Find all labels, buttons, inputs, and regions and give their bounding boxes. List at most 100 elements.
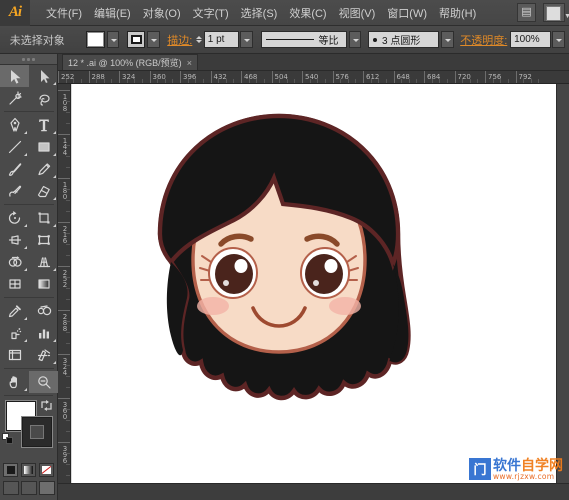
menu-view[interactable]: 视图(V) <box>333 2 382 24</box>
tool-group-indicator-icon <box>24 246 27 249</box>
ruler-tick: 576 <box>333 71 334 84</box>
tools-grid <box>0 65 57 393</box>
watermark: 门 软件 自学网 www.rjzxw.com <box>469 458 563 481</box>
tools-panel-grip[interactable] <box>0 54 57 65</box>
scale-icon <box>36 210 52 226</box>
line-segment-tool[interactable] <box>0 136 29 158</box>
workspace-switcher-icon[interactable]: ▼ <box>543 3 565 22</box>
zoom-tool[interactable] <box>29 371 58 393</box>
menubar-screen-mode-button[interactable] <box>21 481 37 495</box>
profile-caret-icon[interactable] <box>349 31 362 48</box>
menu-type[interactable]: 文字(T) <box>187 2 235 24</box>
brush-definition-select[interactable]: 3 点圆形 <box>368 31 439 48</box>
rotate-tool[interactable] <box>0 207 29 229</box>
canvas-artboard[interactable] <box>71 84 569 483</box>
vertical-ruler[interactable]: 108144180216252288324360396 <box>58 84 71 500</box>
symbol-sprayer-tool[interactable] <box>0 322 29 344</box>
menu-select[interactable]: 选择(S) <box>235 2 284 24</box>
slice-tool[interactable] <box>29 344 58 366</box>
stroke-profile-label: 等比 <box>319 32 339 47</box>
ruler-tick: 648 <box>394 71 395 84</box>
shape-builder-tool[interactable] <box>0 251 29 273</box>
bridge-icon[interactable]: ▤ <box>517 3 536 22</box>
pencil-tool[interactable] <box>29 158 58 180</box>
toolbar-stroke-swatch[interactable] <box>22 417 52 447</box>
tool-group-indicator-icon <box>24 388 27 391</box>
direct-selection-tool[interactable] <box>29 65 58 87</box>
close-icon[interactable]: × <box>187 58 192 68</box>
stroke-weight-caret-icon[interactable] <box>240 31 253 48</box>
mesh-icon <box>7 276 23 292</box>
paintbrush-tool[interactable] <box>0 158 29 180</box>
full-screen-mode-button[interactable] <box>39 481 55 495</box>
opacity-label[interactable]: 不透明度: <box>460 32 507 48</box>
artboard-tool[interactable] <box>0 344 29 366</box>
blend-icon <box>36 303 52 319</box>
column-graph-tool[interactable] <box>29 322 58 344</box>
ruler-tick: 396 <box>180 71 181 84</box>
variable-width-profile-select[interactable]: 等比 <box>261 31 347 48</box>
ruler-tick: 108 <box>58 90 71 91</box>
gradient-icon <box>36 276 52 292</box>
ruler-tick: 684 <box>424 71 425 84</box>
ruler-tick: 720 <box>455 71 456 84</box>
symbol-sprayer-icon <box>7 325 23 341</box>
document-tab-title: 12 * .ai @ 100% (RGB/预览) <box>68 56 182 69</box>
none-mode-button[interactable] <box>39 463 54 477</box>
menu-help[interactable]: 帮助(H) <box>433 2 482 24</box>
eyedropper-tool[interactable] <box>0 300 29 322</box>
selection-tool[interactable] <box>0 65 29 87</box>
pen-tool[interactable] <box>0 114 29 136</box>
stroke-weight-stepper[interactable] <box>195 31 204 48</box>
magic-wand-tool[interactable] <box>0 87 29 109</box>
fill-dropdown-caret-icon[interactable] <box>107 31 120 48</box>
scale-tool[interactable] <box>29 207 58 229</box>
blob-brush-tool[interactable] <box>0 180 29 202</box>
tool-group-indicator-icon <box>53 153 56 156</box>
document-tab[interactable]: 12 * .ai @ 100% (RGB/预览) × <box>62 54 198 70</box>
watermark-text: 软件 自学网 www.rjzxw.com <box>493 458 563 481</box>
stroke-dropdown-caret-icon[interactable] <box>147 31 160 48</box>
color-mode-button[interactable] <box>3 463 18 477</box>
gradient-mode-button[interactable] <box>21 463 36 477</box>
perspective-grid-tool[interactable] <box>29 251 58 273</box>
tool-group-indicator-icon <box>24 224 27 227</box>
menu-window[interactable]: 窗口(W) <box>381 2 433 24</box>
perspective-icon <box>36 254 52 270</box>
watermark-name-orange: 自学网 <box>521 458 563 472</box>
rectangle-tool[interactable] <box>29 136 58 158</box>
eraser-icon <box>36 183 52 199</box>
ruler-tick: 360 <box>58 398 71 399</box>
menu-edit[interactable]: 编辑(E) <box>88 2 137 24</box>
app-logo-icon: Ai <box>0 0 30 26</box>
fill-stroke-controls <box>0 399 57 461</box>
menu-file[interactable]: 文件(F) <box>40 2 88 24</box>
ruler-tick: 792 <box>516 71 517 84</box>
default-fill-stroke-icon[interactable] <box>2 433 13 444</box>
swap-fill-stroke-icon[interactable] <box>40 399 53 412</box>
stroke-color-swatch[interactable] <box>127 31 145 48</box>
fill-color-swatch[interactable] <box>86 31 105 48</box>
menu-object[interactable]: 对象(O) <box>137 2 187 24</box>
gradient-tool[interactable] <box>29 273 58 295</box>
eraser-tool[interactable] <box>29 180 58 202</box>
free-transform-tool[interactable] <box>29 229 58 251</box>
type-tool[interactable] <box>29 114 58 136</box>
mesh-tool[interactable] <box>0 273 29 295</box>
menu-effect[interactable]: 效果(C) <box>283 2 332 24</box>
opacity-field[interactable]: 100% <box>510 31 550 48</box>
free-transform-icon <box>36 232 52 248</box>
hand-tool[interactable] <box>0 371 29 393</box>
stroke-weight-field[interactable]: 1 pt <box>204 31 239 48</box>
opacity-caret-icon[interactable] <box>552 31 565 48</box>
brush-caret-icon[interactable] <box>441 31 454 48</box>
normal-screen-mode-button[interactable] <box>3 481 19 495</box>
vertical-scrollbar[interactable] <box>556 84 569 483</box>
graph-icon <box>36 325 52 341</box>
stroke-weight-label[interactable]: 描边: <box>167 32 192 48</box>
horizontal-ruler[interactable]: 2522883243603964324685045405766126486847… <box>58 71 569 84</box>
width-tool[interactable] <box>0 229 29 251</box>
lasso-tool[interactable] <box>29 87 58 109</box>
selection-status-label: 未选择对象 <box>10 32 65 48</box>
blend-tool[interactable] <box>29 300 58 322</box>
